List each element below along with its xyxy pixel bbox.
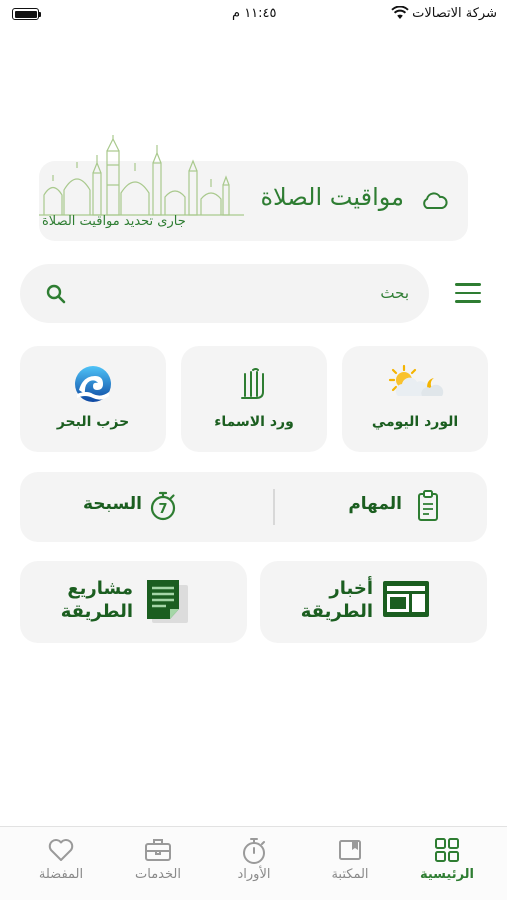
document-icon (147, 580, 188, 623)
tab-awrad[interactable]: الأوراد (204, 827, 304, 900)
briefcase-icon (145, 839, 171, 861)
wifi-icon (391, 6, 409, 19)
clock: ١١:٤٥ م (232, 6, 277, 21)
tasbeeh-counter: 7 (158, 502, 167, 517)
clipboard-icon (418, 490, 438, 521)
heart-icon (48, 839, 74, 861)
news-tile[interactable]: أخبار الطريقة (260, 561, 487, 643)
cloud-icon (423, 192, 448, 209)
tab-awrad-label: الأوراد (237, 867, 271, 882)
daily-wird-label: الورد اليومي (371, 414, 459, 430)
tasks-button[interactable]: المهام (275, 472, 487, 542)
news-label-line2: الطريقة (300, 601, 373, 622)
allah-calligraphy-icon (241, 368, 264, 399)
tab-favorites-label: المفضلة (38, 867, 84, 882)
names-wird-label: ورد الاسماء (214, 414, 294, 430)
tasks-tasbeeh-row: المهام 7 السبحة (20, 472, 487, 542)
news-label-line1: أخبار (329, 578, 373, 599)
projects-label-line1: مشاريع (67, 578, 133, 599)
mosque-illustration (39, 135, 244, 216)
tab-library[interactable]: المكتبة (300, 827, 400, 900)
names-wird-tile[interactable]: ورد الاسماء (181, 346, 327, 452)
search-placeholder: بحث (380, 284, 409, 302)
tab-library-label: المكتبة (331, 867, 369, 882)
hizb-bahr-label: حزب البحر (56, 414, 130, 430)
tasbeeh-label: السبحة (82, 494, 142, 514)
projects-label-line2: الطريقة (60, 601, 133, 622)
tasbeeh-button[interactable]: 7 السبحة (20, 472, 272, 542)
newspaper-icon (383, 581, 429, 617)
menu-icon[interactable] (455, 283, 481, 303)
tab-home[interactable]: الرئيسية (397, 827, 497, 900)
tasks-label: المهام (348, 494, 402, 514)
tab-bar: الرئيسية المكتبة الأوراد الخدمات المفضلة (0, 826, 507, 900)
search-icon[interactable] (46, 284, 66, 304)
status-bar: شركة الاتصالات ١١:٤٥ م (0, 0, 507, 30)
search-input[interactable]: بحث (20, 264, 429, 323)
prayer-times-status: جارى تحديد مواقيت الصلاة (42, 214, 186, 229)
battery-icon (12, 8, 39, 20)
sun-moon-icon (388, 364, 444, 396)
tab-services-label: الخدمات (135, 867, 181, 882)
wave-icon (75, 366, 111, 402)
divider (273, 489, 275, 525)
battery-tip (39, 12, 41, 17)
prayer-times-card[interactable]: جارى تحديد مواقيت الصلاة مواقيت الصلاة (39, 135, 468, 241)
hizb-bahr-tile[interactable]: حزب البحر (20, 346, 166, 452)
tab-home-label: الرئيسية (419, 867, 475, 882)
stopwatch-icon (243, 838, 265, 864)
grid-icon (435, 838, 459, 862)
projects-tile[interactable]: مشاريع الطريقة (20, 561, 247, 643)
carrier-name: شركة الاتصالات (412, 6, 497, 21)
stopwatch-icon: 7 (150, 491, 176, 521)
book-icon (339, 840, 361, 860)
tab-services[interactable]: الخدمات (108, 827, 208, 900)
tab-favorites[interactable]: المفضلة (11, 827, 111, 900)
prayer-times-title: مواقيت الصلاة (260, 183, 404, 211)
daily-wird-tile[interactable]: الورد اليومي (342, 346, 488, 452)
